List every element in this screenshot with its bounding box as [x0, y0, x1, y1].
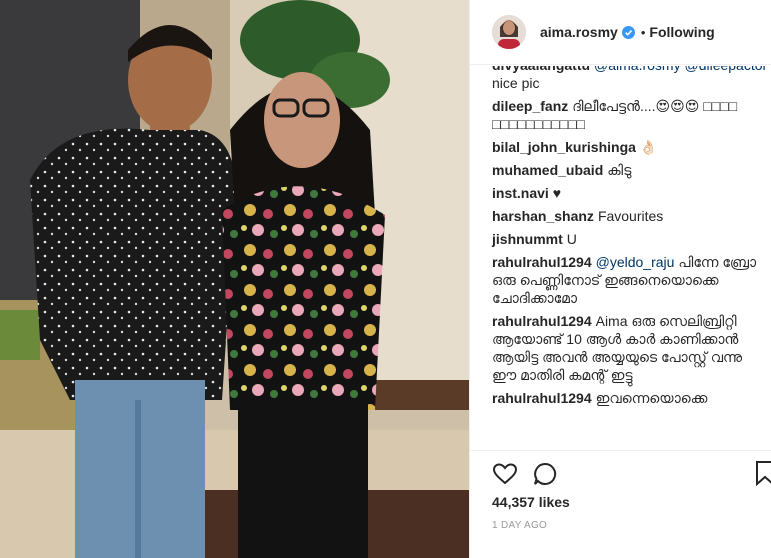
comment-mention[interactable]: @dileepactor [684, 66, 767, 73]
comment-username[interactable]: bilal_john_kurishinga [492, 139, 636, 155]
comment-item: muhamed_ubaid കിടു [492, 161, 768, 179]
bookmark-icon[interactable] [755, 460, 771, 487]
comment-text: Favourites [597, 208, 664, 224]
post-side-panel: aima.rosmy • Following divyaalangattu @ai… [469, 0, 771, 558]
comment-username[interactable]: rahulrahul1294 [492, 390, 592, 406]
actions-divider [470, 450, 771, 451]
heart-icon[interactable] [492, 461, 518, 487]
comment-text: ഇവന്നെയൊക്കെ [595, 390, 708, 406]
comment-item: harshan_shanz Favourites [492, 207, 768, 225]
comment-item: dileep_fanz ദിലീപേട്ടൻ....😍😍😍 □□□□ □□□□□□… [492, 97, 768, 133]
comment-icon[interactable] [532, 461, 558, 487]
comment-text: കിടു [607, 162, 632, 178]
post-photo[interactable] [0, 0, 469, 558]
comment-username[interactable]: rahulrahul1294 [492, 254, 592, 270]
comment-mention[interactable]: @yeldo_raju [596, 254, 675, 270]
avatar[interactable] [492, 15, 526, 49]
post-date[interactable]: 1 DAY AGO [492, 520, 547, 531]
comment-username[interactable]: divyaalangattu [492, 66, 590, 73]
comment-username[interactable]: muhamed_ubaid [492, 162, 603, 178]
comment-text: U [566, 231, 577, 247]
comment-item: bilal_john_kurishinga 👌🏻 [492, 138, 768, 156]
comment-item: rahulrahul1294 @yeldo_raju പിന്നേ ബ്രോ ഒര… [492, 253, 768, 307]
comment-username[interactable]: inst.navi [492, 185, 549, 201]
comment-item: rahulrahul1294 ഇവന്നെയൊക്കെ [492, 389, 768, 407]
avatar-image [492, 15, 526, 49]
comment-text: 👌🏻 [639, 139, 658, 155]
comment-username[interactable]: dileep_fanz [492, 98, 568, 114]
post-username[interactable]: aima.rosmy [540, 24, 618, 40]
comment-item: jishnummt U [492, 230, 768, 248]
comment-text: nice pic [492, 75, 540, 91]
comment-mention[interactable]: @aima.rosmy [594, 66, 681, 73]
verified-badge-icon [621, 25, 635, 39]
photo-illustration [0, 0, 469, 558]
comment-username[interactable]: rahulrahul1294 [492, 313, 592, 329]
comment-item: rahulrahul1294 Aima ഒരു സെലിബ്രിറ്റി ആയോണ… [492, 312, 768, 384]
comment-text: ♥ [552, 185, 562, 201]
comment-username[interactable]: harshan_shanz [492, 208, 594, 224]
likes-count[interactable]: 44,357 likes [492, 494, 570, 510]
action-bar [492, 460, 572, 488]
comment-item: inst.navi ♥ [492, 184, 768, 202]
comment-username[interactable]: jishnummt [492, 231, 563, 247]
follow-separator: • [640, 24, 646, 40]
comment-item: divyaalangattu @aima.rosmy @dileepactor n… [492, 66, 768, 92]
comments-list[interactable]: divyaalangattu @aima.rosmy @dileepactor n… [470, 66, 771, 450]
post-header: aima.rosmy • Following [470, 0, 771, 65]
following-button[interactable]: Following [649, 24, 714, 40]
